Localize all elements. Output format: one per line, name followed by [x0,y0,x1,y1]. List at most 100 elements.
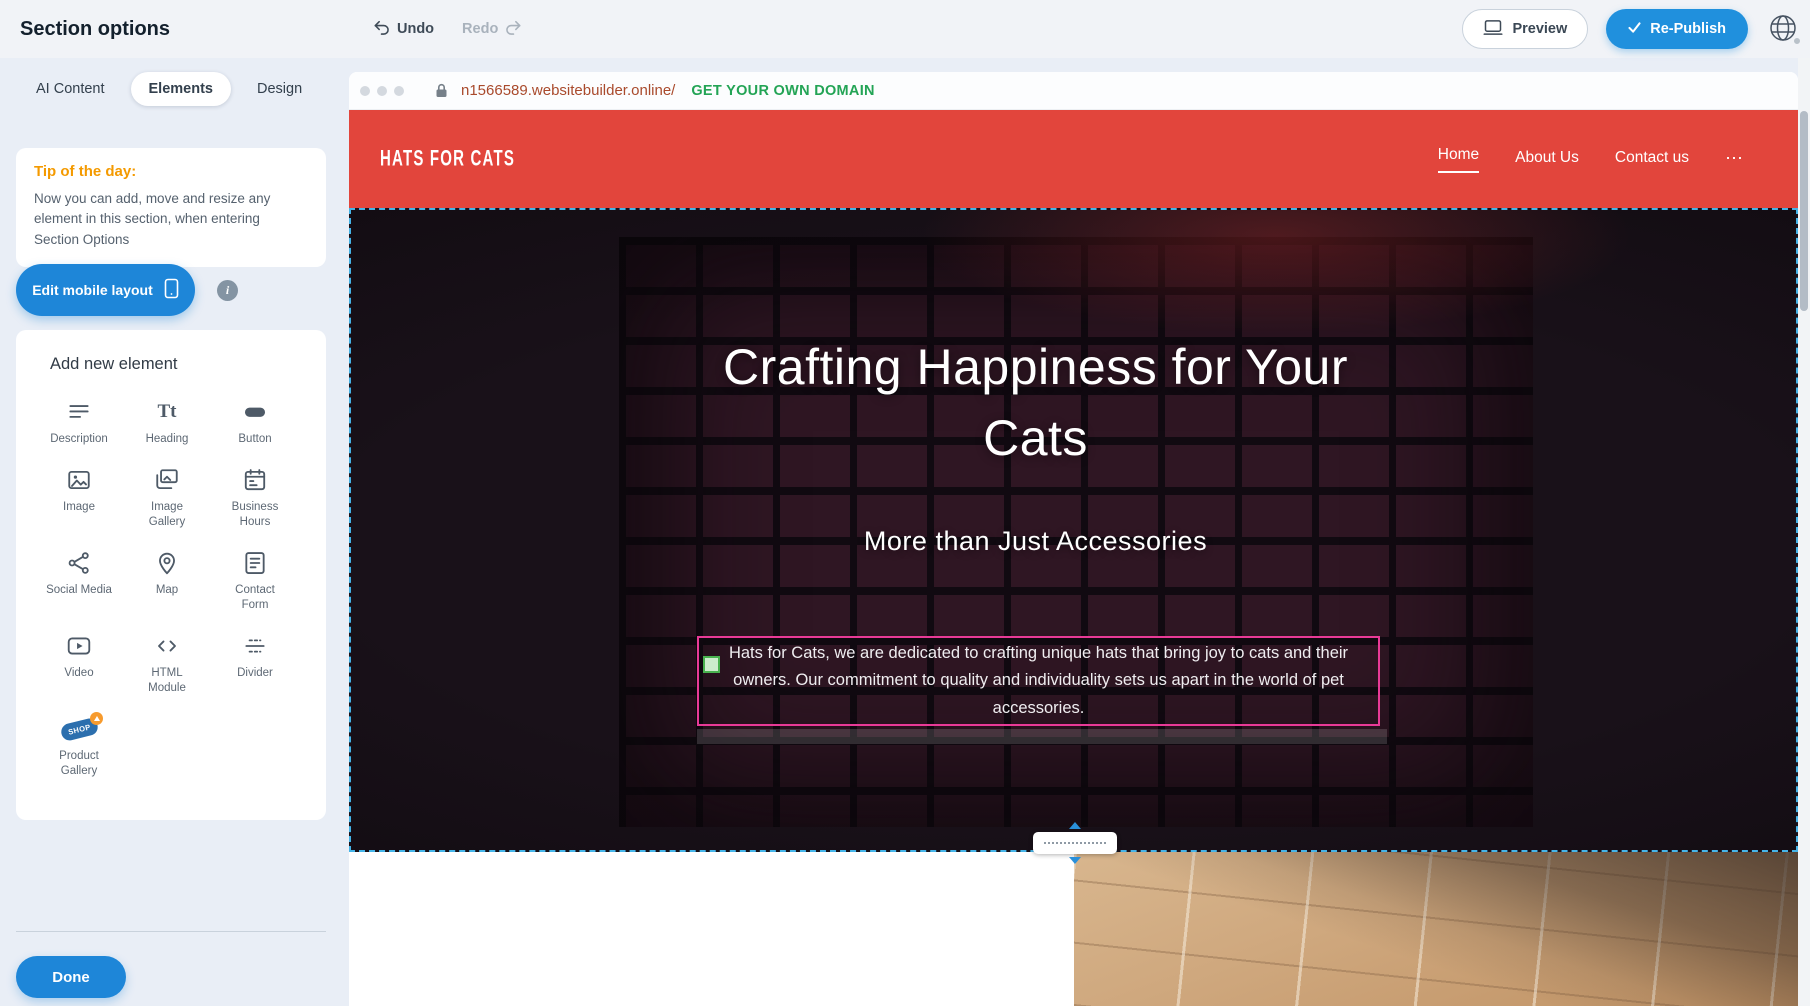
sidebar: AI Content Elements Design Tip of the da… [0,58,349,1006]
site-logo: HATS FOR CATS [380,147,515,172]
mobile-layout-row: Edit mobile layout i [16,264,238,316]
description-icon [66,398,92,426]
undo-button[interactable]: Undo [373,20,434,39]
hero-heading[interactable]: Crafting Happiness for Your Cats [711,332,1361,474]
element-divider[interactable]: Divider [211,628,299,696]
element-heading[interactable]: Tt Heading [123,394,211,447]
info-icon[interactable]: i [217,280,238,301]
code-icon [154,632,180,660]
map-pin-icon [154,549,180,577]
lock-icon [435,83,448,98]
nav-more-button[interactable]: ⋯ [1725,148,1744,171]
element-label: HTML Module [134,666,200,696]
republish-button[interactable]: Re-Publish [1606,9,1748,49]
get-domain-link[interactable]: GET YOUR OWN DOMAIN [691,83,874,99]
element-drag-handle[interactable] [703,656,720,673]
next-section[interactable] [349,852,1798,1006]
element-label: Image [63,500,95,515]
topbar-actions: Preview Re-Publish [1462,0,1800,58]
undo-redo-group: Undo Redo [373,0,522,58]
element-label: Divider [237,666,273,681]
preview-label: Preview [1512,21,1567,37]
element-product-gallery[interactable]: SHOP Product Gallery [35,711,123,779]
product-gallery-icon: SHOP [61,715,98,743]
edit-mobile-layout-button[interactable]: Edit mobile layout [16,264,195,316]
element-label: Map [156,583,178,598]
nav-home[interactable]: Home [1438,146,1479,173]
hero-section-selected[interactable]: Crafting Happiness for Your Cats More th… [349,208,1798,852]
element-label: Image Gallery [134,500,200,530]
resize-grip[interactable] [1033,832,1117,854]
selected-paragraph-element[interactable]: Hats for Cats, we are dedicated to craft… [697,636,1380,726]
window-controls [360,86,404,96]
sidebar-tabs: AI Content Elements Design [18,72,320,106]
contact-form-icon [242,549,268,577]
page-title: Section options [20,18,170,41]
nav-contact-us[interactable]: Contact us [1615,149,1689,169]
element-label: Social Media [46,583,112,598]
monitor-icon [1483,19,1503,40]
element-description[interactable]: Description [35,394,123,447]
social-media-icon [66,549,92,577]
window-control-dot [360,86,370,96]
element-social-media[interactable]: Social Media [35,545,123,613]
page-scrollbar[interactable] [1798,58,1810,1006]
tab-ai-content[interactable]: AI Content [18,72,123,106]
done-button[interactable]: Done [16,956,126,998]
editor-canvas: n1566589.websitebuilder.online/ GET YOUR… [349,72,1798,1006]
republish-label: Re-Publish [1650,21,1726,37]
element-label: Contact Form [222,583,288,613]
element-business-hours[interactable]: Business Hours [211,462,299,530]
drop-indicator-strip [697,729,1387,744]
hero-subheading[interactable]: More than Just Accessories [351,526,1720,557]
element-label: Business Hours [222,500,288,530]
tab-elements[interactable]: Elements [131,72,231,106]
nav-about-us[interactable]: About Us [1515,149,1579,169]
element-label: Button [238,432,271,447]
element-label: Description [50,432,108,447]
tip-body: Now you can add, move and resize any ele… [34,189,308,250]
heading-icon: Tt [158,398,177,426]
element-video[interactable]: Video [35,628,123,696]
divider-icon [242,632,268,660]
element-html-module[interactable]: HTML Module [123,628,211,696]
element-label: Heading [146,432,189,447]
arrow-up-icon [1069,822,1081,829]
arrow-down-icon [1069,857,1081,864]
sidebar-divider [16,931,326,932]
tiles-photo [1074,852,1798,1006]
add-element-panel: Add new element Description Tt Heading [16,330,326,820]
site-nav: Home About Us Contact us ⋯ [1438,110,1744,208]
app: Section options Undo Redo Preview [0,0,1810,1006]
phone-icon [164,278,179,302]
tip-title: Tip of the day: [34,163,308,180]
site-url[interactable]: n1566589.websitebuilder.online/ [461,82,675,99]
site-header[interactable]: HATS FOR CATS Home About Us Contact us ⋯ [349,110,1798,208]
tab-design[interactable]: Design [239,72,320,106]
element-grid: Description Tt Heading Button [35,394,326,778]
topbar: Section options Undo Redo Preview [0,0,1810,58]
redo-icon [505,20,522,39]
tip-of-the-day-card: Tip of the day: Now you can add, move an… [16,148,326,267]
hero-content: Crafting Happiness for Your Cats More th… [351,210,1720,557]
scrollbar-thumb[interactable] [1800,111,1808,311]
section-resize-handle[interactable] [1033,822,1117,864]
element-image[interactable]: Image [35,462,123,530]
button-icon [242,398,268,426]
language-globe-button[interactable] [1766,12,1800,46]
check-icon [1628,21,1641,37]
element-label: Product Gallery [46,749,112,779]
element-contact-form[interactable]: Contact Form [211,545,299,613]
undo-label: Undo [397,21,434,37]
element-map[interactable]: Map [123,545,211,613]
business-hours-icon [242,466,268,494]
preview-button[interactable]: Preview [1462,9,1588,49]
redo-button[interactable]: Redo [462,20,522,39]
window-control-dot [394,86,404,96]
globe-badge [1792,36,1802,46]
undo-icon [373,20,390,39]
element-image-gallery[interactable]: Image Gallery [123,462,211,530]
element-button[interactable]: Button [211,394,299,447]
hero-paragraph[interactable]: Hats for Cats, we are dedicated to craft… [701,640,1376,722]
element-label: Video [64,666,93,681]
